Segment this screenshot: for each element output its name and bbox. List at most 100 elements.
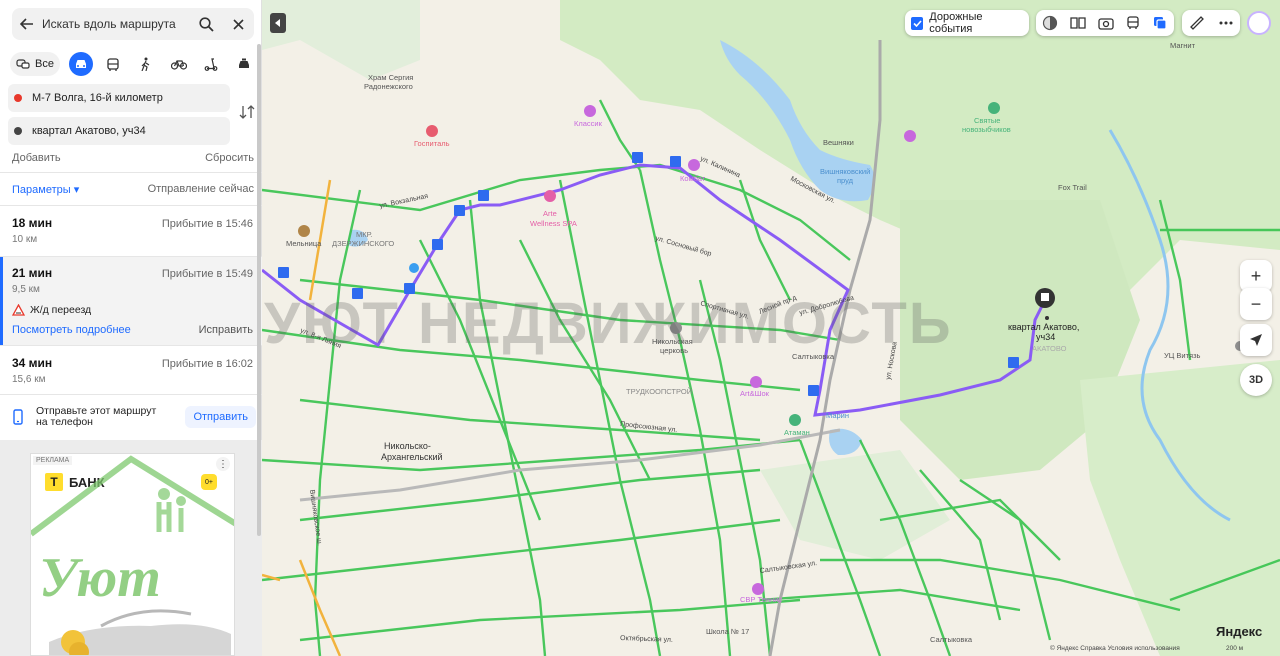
locate-icon [1250,334,1262,346]
zoom-in-icon: + [1250,265,1262,286]
transport-modes: Все [10,52,256,76]
swap-icon[interactable] [238,104,256,120]
departure-selector[interactable]: Отправление сейчас [148,183,254,196]
svg-text:Святые: Святые [974,116,1000,125]
route-arrival: Прибытие в 15:46 [161,218,253,230]
all-modes-icon [16,59,30,69]
svg-text:Art&Шок: Art&Шок [740,389,770,398]
route-search-bar[interactable]: Искать вдоль маршрута [12,8,254,40]
phone-icon [13,409,23,425]
traffic-events-label: Дорожные события [929,11,983,35]
svg-text:Салтыковка: Салтыковка [930,635,973,644]
mode-transit[interactable] [101,52,125,76]
svg-text:Храм Сергия: Храм Сергия [368,73,413,82]
send-button[interactable]: Отправить [185,406,256,428]
svg-text:Комбат: Комбат [680,174,706,183]
divider [0,205,262,206]
params-dropdown[interactable]: Параметры ▾ [12,183,79,196]
svg-text:Госпиталь: Госпиталь [414,139,450,148]
checkbox-icon [911,16,924,30]
svg-text:Уют: Уют [39,547,161,609]
route-from-field[interactable]: М-7 Волга, 16-й километр [8,84,230,112]
svg-text:новозыбчиков: новозыбчиков [962,125,1011,134]
app: Искать вдоль маршрута Все М-7 Волга, 16-… [0,0,1280,656]
route-from-text: М-7 Волга, 16-й километр [32,92,163,104]
route-fix-link[interactable]: Исправить [199,324,253,336]
route-option-2[interactable]: 21 мин Прибытие в 15:49 9,5 км Ж/д перее… [0,257,262,345]
map-layers-bar [1036,10,1174,36]
sidebar-scrollbar[interactable] [257,44,261,536]
mode-car[interactable] [68,52,93,76]
svg-text:Мельница: Мельница [286,239,322,248]
reset-link[interactable]: Сбросить [205,152,254,164]
chevron-left-icon [275,19,280,27]
route-arrival: Прибытие в 16:02 [161,358,253,370]
book-icon[interactable] [1070,16,1086,30]
map-tools-bar [1182,10,1240,36]
scooter-icon [204,57,218,71]
collapse-sidebar-button[interactable] [270,13,286,33]
route-to-text: квартал Акатово, уч34 [32,125,146,137]
svg-text:квартал Акатово,: квартал Акатово, [1008,322,1079,332]
route-search-input[interactable]: Искать вдоль маршрута [42,17,190,31]
zoom-out-icon: − [1250,293,1262,314]
route-warning-text: Ж/д переезд [30,304,92,316]
mode-taxi[interactable] [232,52,256,76]
user-avatar[interactable] [1247,11,1271,35]
map-svg: ул. Вокзальная ул. Добролюбова ул. Сосно… [262,0,1280,656]
route-distance: 10 км [12,234,38,245]
mode-walk[interactable] [134,52,158,76]
search-button[interactable] [190,8,222,40]
ad-banner[interactable]: РЕКЛАМА Т БАНК 0+ ⋮ Уют [30,453,235,656]
walk-icon [141,57,150,71]
traffic-layer-icon[interactable] [1042,15,1058,31]
svg-text:МКР.: МКР. [356,230,372,239]
svg-text:Вешняки: Вешняки [823,138,854,147]
svg-text:Fox Trail: Fox Trail [1058,183,1087,192]
warning-icon [12,304,25,316]
send-text: Отправьте этот маршрут на телефон [36,404,157,428]
from-dot-icon [14,94,22,102]
route-option-1[interactable]: 18 мин Прибытие в 15:46 10 км [0,216,262,245]
ruler-icon[interactable] [1189,15,1205,31]
map-copyright[interactable]: © Яндекс Справка Условия использования [1050,645,1180,652]
svg-text:Wellness SPA: Wellness SPA [530,219,577,228]
route-option-3[interactable]: 34 мин Прибытие в 16:02 15,6 км [0,356,262,385]
traffic-events-toggle[interactable]: Дорожные события [905,10,1029,36]
ad-illustration: Уют [31,455,234,655]
taxi-icon [239,58,249,68]
mode-all-label: Все [35,58,54,70]
svg-text:Вишняковский: Вишняковский [820,167,870,176]
zoom-out-button[interactable]: − [1240,288,1272,320]
yandex-logo: Яндекс [1216,624,1263,639]
mode-scooter[interactable] [199,52,223,76]
svg-text:Архангельский: Архангельский [381,452,443,462]
route-details-link[interactable]: Посмотреть подробнее [12,324,131,336]
back-button[interactable] [12,8,42,40]
svg-text:Arte: Arte [543,209,557,218]
svg-text:Радонежского: Радонежского [364,82,413,91]
route-time: 21 мин [12,266,53,280]
search-icon [198,16,214,32]
locate-button[interactable] [1240,324,1272,356]
camera-icon[interactable] [1098,16,1114,30]
svg-text:СВР Теннис: СВР Теннис [740,595,782,604]
svg-text:ДЗЕРЖИНСКОГО: ДЗЕРЖИНСКОГО [332,239,394,248]
3d-button[interactable]: 3D [1240,364,1272,396]
route-distance: 9,5 км [12,284,40,295]
svg-text:Никольско-: Никольско- [384,441,431,451]
more-icon[interactable] [1219,21,1233,25]
divider [0,394,262,395]
send-to-phone: Отправьте этот маршрут на телефон Отправ… [8,400,256,434]
map-canvas[interactable]: ул. Вокзальная ул. Добролюбова ул. Сосно… [262,0,1280,656]
add-point-link[interactable]: Добавить [12,152,61,164]
route-to-field[interactable]: квартал Акатово, уч34 [8,117,230,145]
mode-all[interactable]: Все [10,52,60,76]
points-actions: Добавить Сбросить [12,152,254,164]
mode-bike[interactable] [167,52,191,76]
transit-layer-icon[interactable] [1126,16,1140,30]
close-button[interactable] [222,8,254,40]
layers-icon[interactable] [1152,15,1168,31]
map-scale: 200 м [1226,645,1244,652]
3d-icon: 3D [1248,374,1264,386]
